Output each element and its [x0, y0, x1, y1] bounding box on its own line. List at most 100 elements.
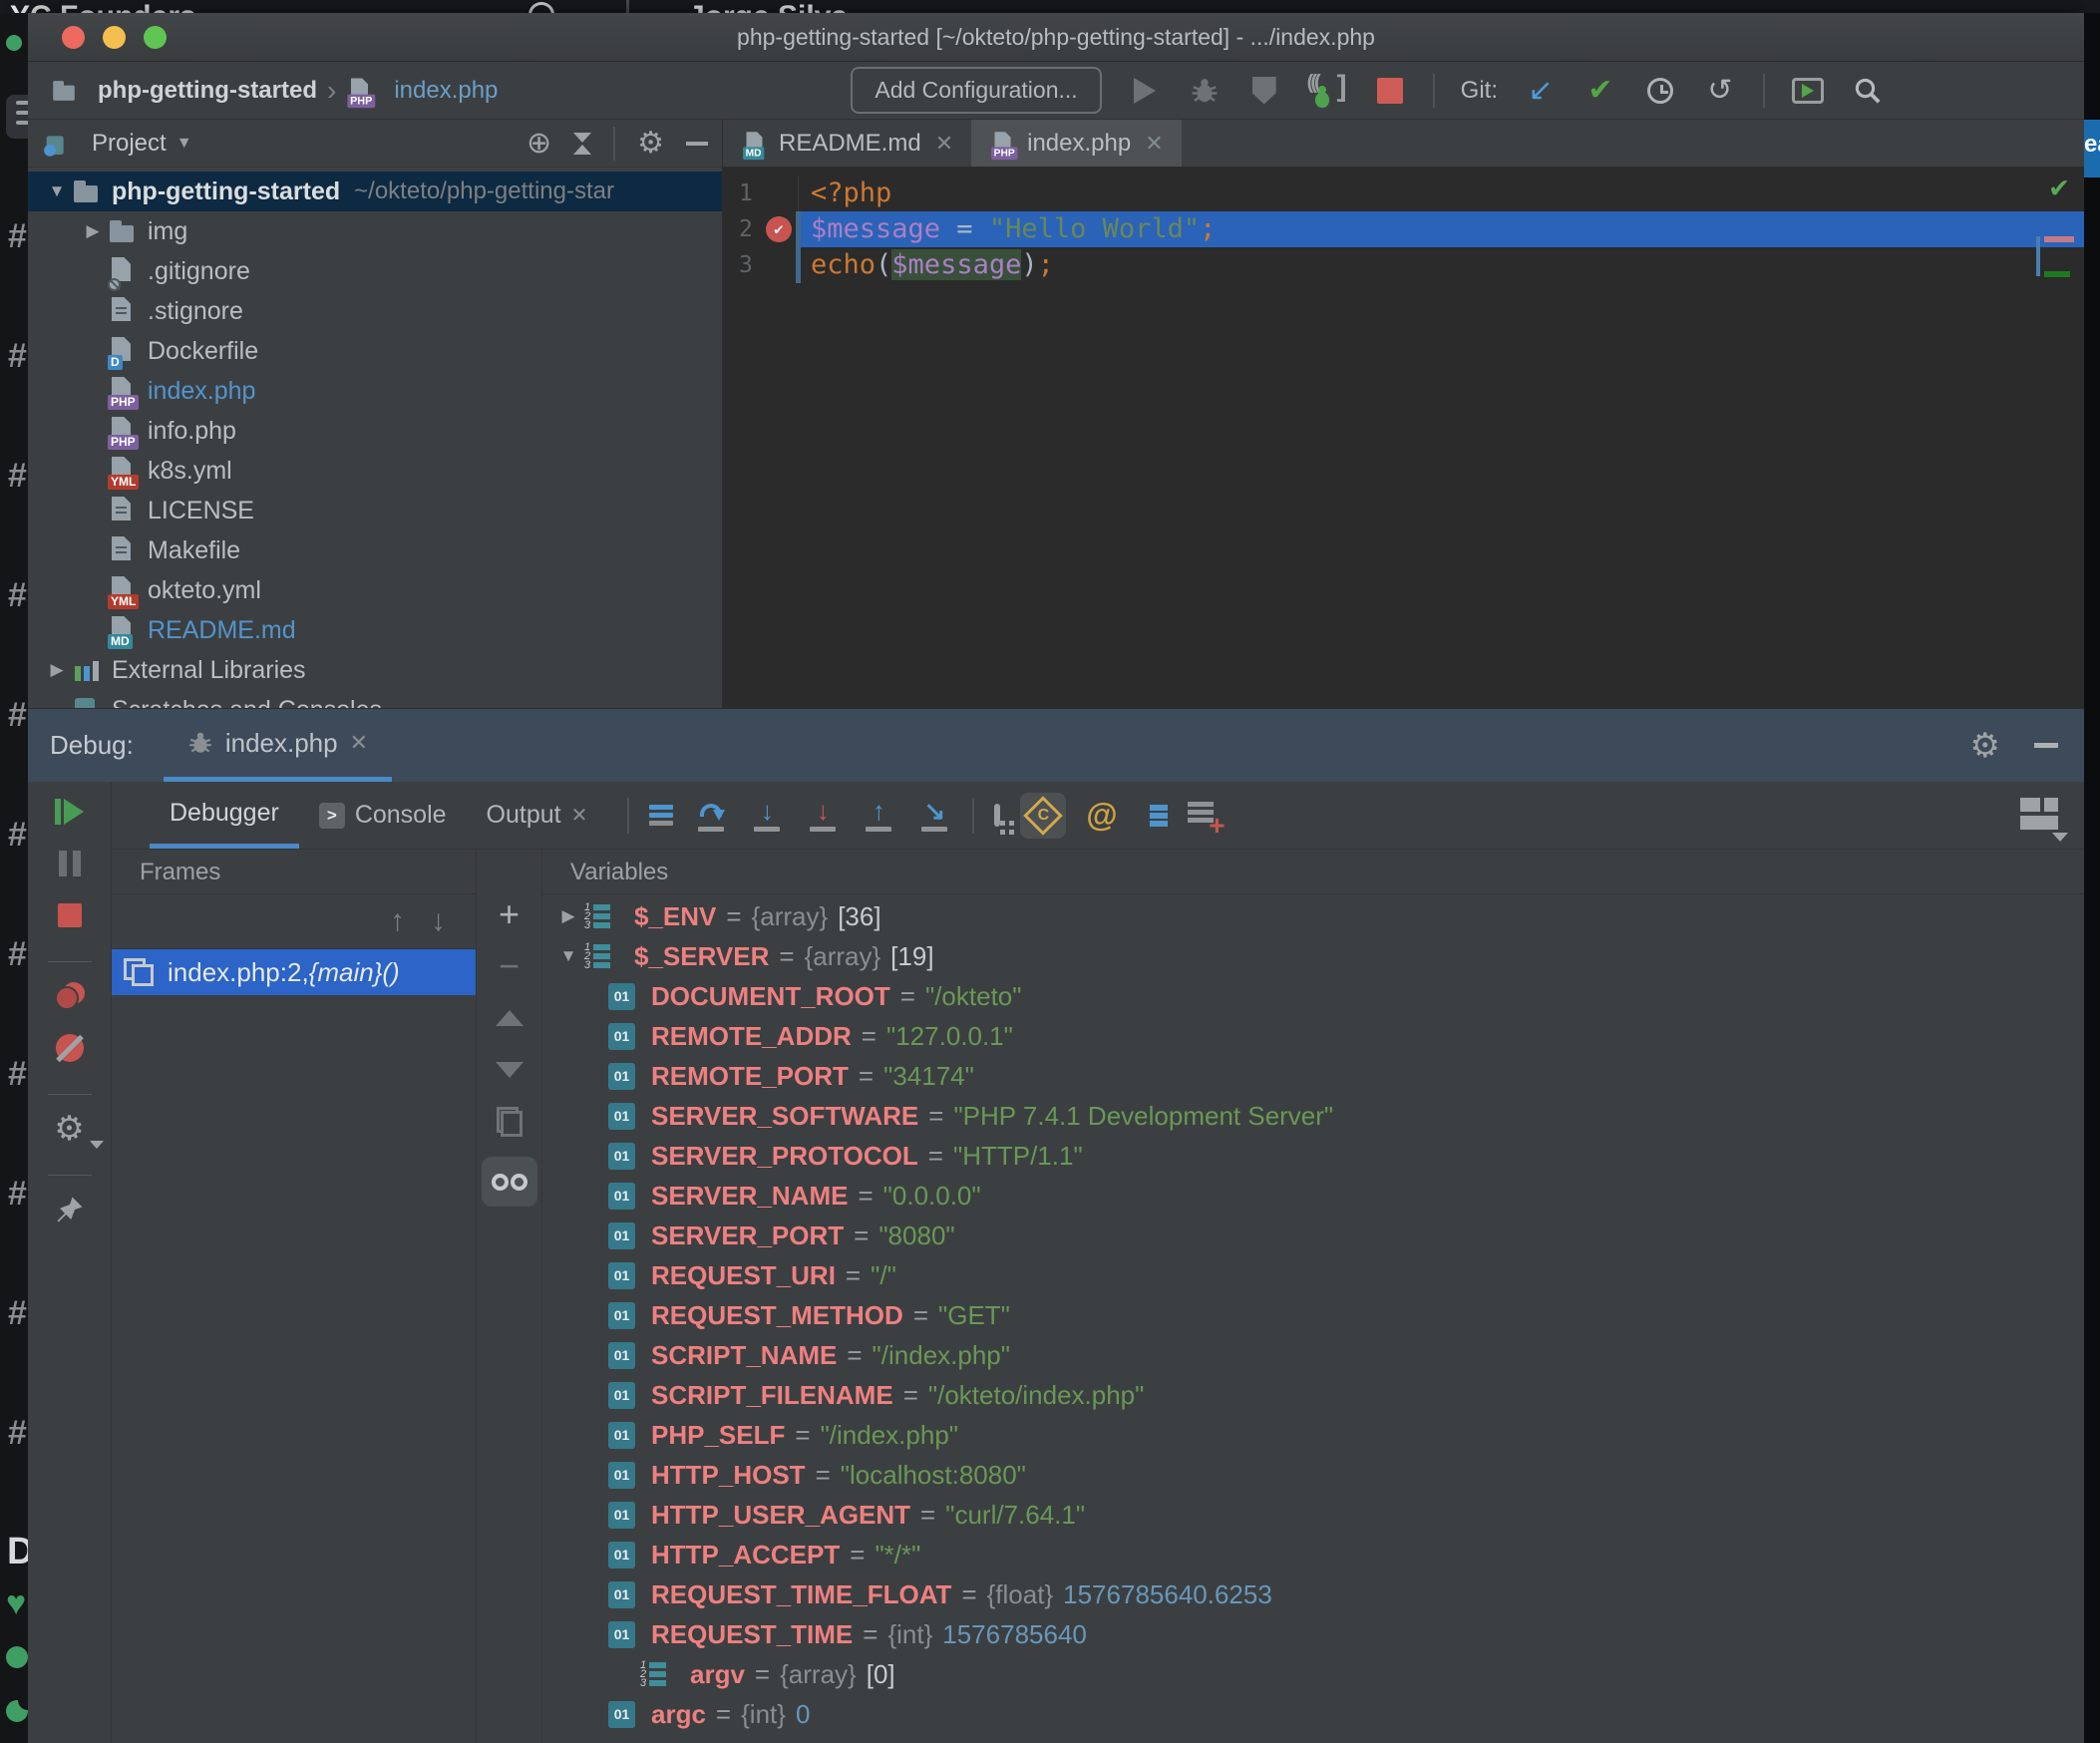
chevron-down-icon[interactable]: ▼	[552, 946, 584, 966]
next-frame-icon[interactable]: ↓	[431, 904, 446, 938]
variable-row[interactable]: 01PHP_SELF="/index.php"	[542, 1415, 2084, 1455]
editor-tab-index-php[interactable]: PHPindex.php✕	[971, 120, 1182, 167]
remove-watch-icon[interactable]: −	[488, 949, 531, 983]
variable-row[interactable]: 01SERVER_PORT="8080"	[542, 1216, 2084, 1255]
add-configuration-button[interactable]: Add Configuration...	[851, 67, 1101, 114]
tree-item[interactable]: Scratches and Consoles	[28, 690, 722, 708]
variable-row[interactable]: 01HTTP_HOST="localhost:8080"	[542, 1455, 2084, 1495]
breadcrumb-project[interactable]: php-getting-started	[98, 77, 317, 105]
tree-item[interactable]: PHPinfo.php	[28, 411, 722, 451]
gutter[interactable]: 2✔	[723, 211, 799, 247]
tree-item[interactable]: .stignore	[28, 291, 722, 331]
duplicate-icon[interactable]	[488, 1105, 531, 1139]
variable-row[interactable]: 01HTTP_USER_AGENT="curl/7.64.1"	[542, 1495, 2084, 1535]
tree-item[interactable]: ▶img	[28, 211, 722, 251]
history-clock-icon[interactable]	[1643, 74, 1677, 108]
chevron-right-icon[interactable]: ▶	[78, 221, 108, 241]
tree-item[interactable]: .gitignore	[28, 251, 722, 291]
variable-row[interactable]: 01REQUEST_METHOD="GET"	[542, 1295, 2084, 1335]
evaluate-expression-icon[interactable]	[994, 807, 1000, 825]
add-to-watches-icon[interactable]: +	[1188, 799, 1222, 833]
move-up-icon[interactable]	[488, 1001, 531, 1035]
variable-row[interactable]: 01argc={int}0	[542, 1694, 2084, 1734]
revert-icon[interactable]: ↺	[1703, 74, 1737, 108]
variable-row[interactable]: 01SCRIPT_NAME="/index.php"	[542, 1335, 2084, 1375]
stripe-caret-mark[interactable]	[2036, 236, 2040, 276]
pause-program-icon[interactable]	[48, 844, 92, 883]
step-into-icon[interactable]: ↓	[749, 798, 785, 834]
force-step-into-icon[interactable]: ↓	[805, 798, 841, 834]
step-out-icon[interactable]: ↑	[861, 798, 896, 834]
view-breakpoints-icon[interactable]	[48, 976, 92, 1016]
editor-tab-readme-md[interactable]: MDREADME.md✕	[723, 120, 971, 167]
chevron-right-icon[interactable]: ▶	[552, 906, 584, 926]
frame-row[interactable]: index.php:2, {main}()	[112, 949, 476, 995]
project-view-title[interactable]: Project	[92, 130, 167, 158]
variable-row[interactable]: 01SERVER_SOFTWARE="PHP 7.4.1 Development…	[542, 1096, 2084, 1136]
stripe-change-mark[interactable]	[2044, 271, 2070, 277]
variable-row[interactable]: 01SCRIPT_FILENAME="/okteto/index.php"	[542, 1375, 2084, 1415]
show-watches-icon[interactable]	[482, 1157, 537, 1207]
tab-debugger[interactable]: Debugger	[150, 782, 299, 849]
move-down-icon[interactable]	[488, 1053, 531, 1087]
run-button[interactable]	[1128, 74, 1162, 108]
chevron-down-icon[interactable]: ▼	[42, 181, 72, 201]
restore-layout-icon[interactable]	[2020, 796, 2064, 836]
tree-item[interactable]: YMLokteto.yml	[28, 570, 722, 610]
variable-row[interactable]: ▼$_SERVER={array}[19]	[542, 936, 2084, 976]
search-everywhere-icon[interactable]	[1851, 74, 1885, 108]
gear-icon[interactable]: ⚙	[1970, 731, 2000, 761]
variable-row[interactable]: ▶$_ENV={array}[36]	[542, 896, 2084, 936]
close-icon[interactable]: ✕	[350, 730, 368, 756]
gutter[interactable]: 3	[723, 247, 799, 283]
git-update-icon[interactable]: ↙	[1524, 74, 1558, 108]
variable-row[interactable]: 01DOCUMENT_ROOT="/okteto"	[542, 976, 2084, 1016]
inspections-ok-icon[interactable]: ✔	[2050, 170, 2068, 204]
close-icon[interactable]: ✕	[1145, 131, 1163, 157]
tree-item[interactable]: LICENSE	[28, 491, 722, 530]
tab-console[interactable]: >Console	[299, 782, 467, 849]
git-commit-icon[interactable]: ✔	[1583, 74, 1617, 108]
tree-item[interactable]: PHPindex.php	[28, 371, 722, 411]
chevron-down-icon[interactable]: ▼	[176, 135, 192, 153]
stripe-breakpoint-mark[interactable]	[2044, 236, 2074, 242]
run-anything-icon[interactable]	[1791, 74, 1825, 108]
gutter[interactable]: 1	[723, 175, 799, 211]
tree-item[interactable]: ▶External Libraries	[28, 650, 722, 690]
variable-row[interactable]: 01HTTP_ACCEPT="*/*"	[542, 1535, 2084, 1574]
previous-frame-icon[interactable]: ↑	[390, 904, 405, 938]
tab-output[interactable]: Output✕	[467, 782, 608, 849]
stop-icon[interactable]	[48, 895, 92, 935]
tree-item[interactable]: Makefile	[28, 530, 722, 570]
resume-program-icon[interactable]	[48, 792, 92, 832]
mute-breakpoints-icon[interactable]	[48, 1028, 92, 1068]
variable-row[interactable]: argv={array}[0]	[542, 1654, 2084, 1694]
variable-row[interactable]: 01SERVER_PROTOCOL="HTTP/1.1"	[542, 1136, 2084, 1176]
code-line[interactable]: 2✔$message = "Hello World";	[723, 211, 2084, 247]
variable-row[interactable]: 01REQUEST_URI="/"	[542, 1255, 2084, 1295]
quick-evaluate-icon[interactable]: C	[1020, 793, 1066, 839]
code-line[interactable]: 1<?php	[723, 175, 2084, 211]
hide-panel-icon[interactable]	[2034, 743, 2058, 748]
gear-icon[interactable]: ⚙	[637, 129, 664, 159]
run-with-coverage-icon[interactable]	[1247, 74, 1281, 108]
show-execution-point-icon[interactable]	[649, 802, 673, 829]
debug-settings-gear-icon[interactable]: ⚙	[48, 1109, 92, 1149]
breakpoint-icon[interactable]: ✔	[766, 216, 792, 242]
debug-button[interactable]	[1188, 74, 1222, 108]
add-watch-icon[interactable]: +	[488, 897, 531, 931]
tree-item[interactable]: ▼php-getting-started~/okteto/php-getting…	[28, 172, 722, 211]
close-icon[interactable]: ✕	[571, 803, 588, 828]
tree-item[interactable]: MDREADME.md	[28, 610, 722, 650]
attach-to-process-icon[interactable]: (((]	[1307, 74, 1347, 108]
step-over-icon[interactable]	[693, 798, 729, 834]
locate-file-icon[interactable]: ⊕	[526, 129, 551, 159]
pin-tab-icon[interactable]	[48, 1190, 92, 1229]
memory-view-icon[interactable]: @	[1086, 797, 1117, 834]
variable-row[interactable]: 01SERVER_NAME="0.0.0.0"	[542, 1176, 2084, 1216]
stop-button[interactable]	[1373, 74, 1407, 108]
variable-row[interactable]: 01REQUEST_TIME={int}1576785640	[542, 1614, 2084, 1654]
hide-panel-icon[interactable]	[686, 142, 708, 146]
threads-view-icon[interactable]	[1138, 803, 1168, 829]
menu-icon[interactable]	[6, 95, 28, 139]
